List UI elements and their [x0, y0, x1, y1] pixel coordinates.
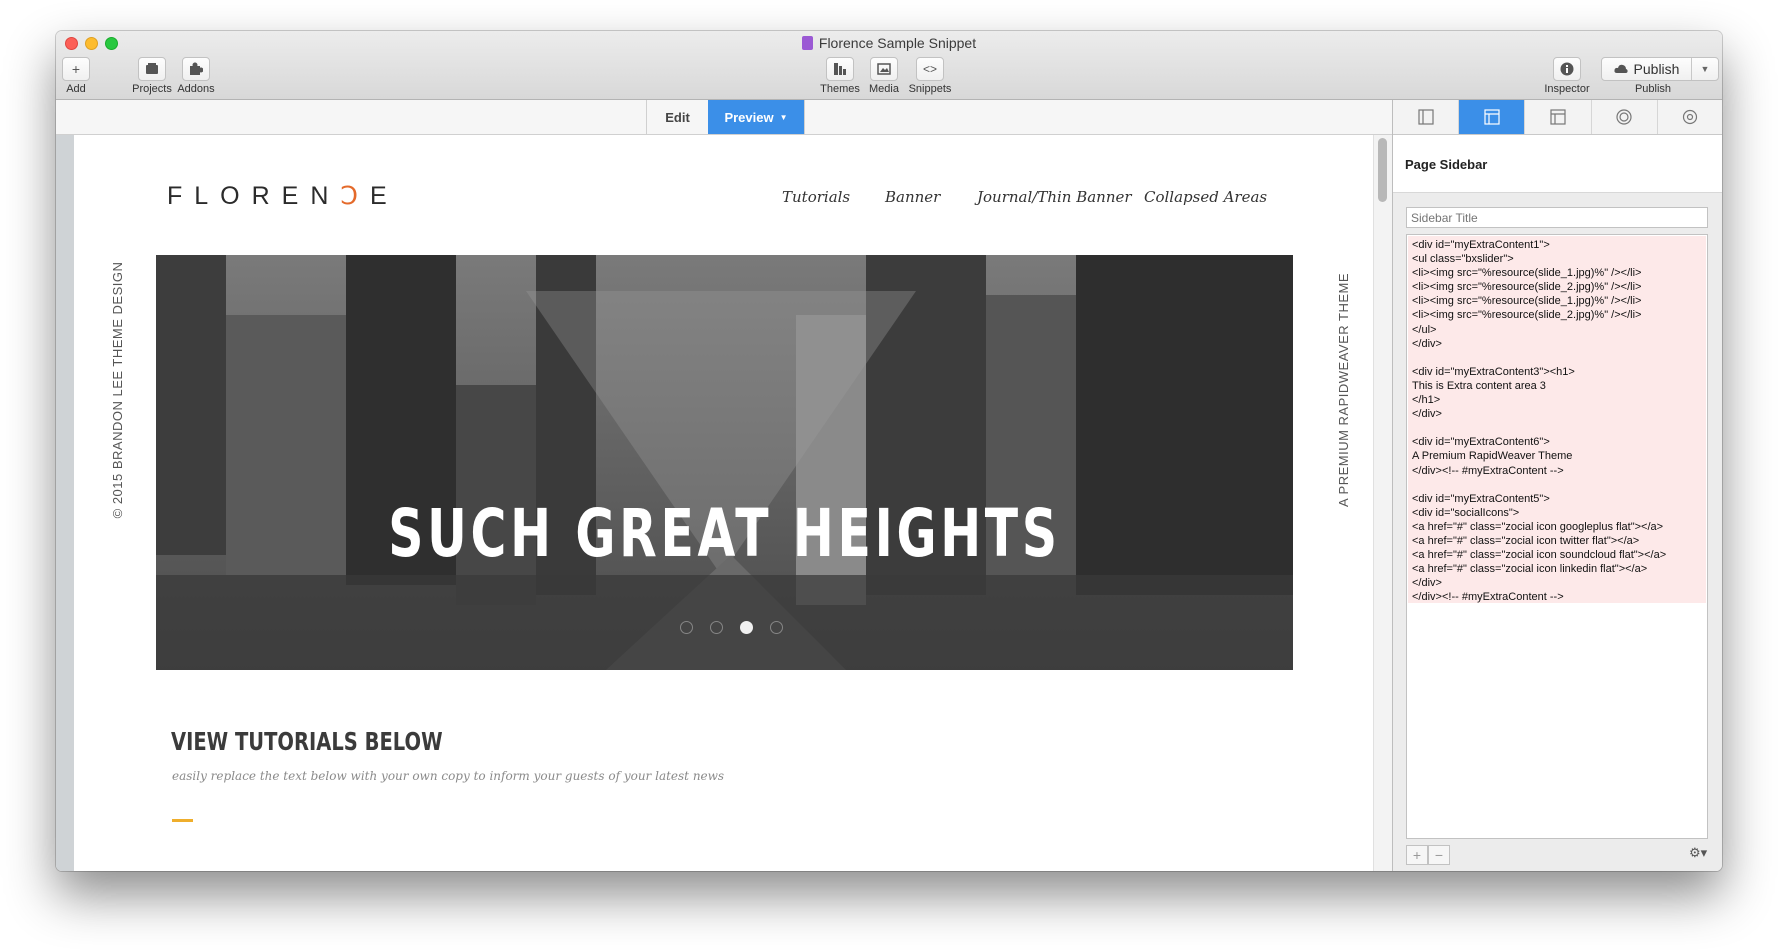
cloud-upload-icon [1613, 64, 1628, 73]
preview-mode-button[interactable]: Preview ▼ [708, 100, 805, 134]
add-item-button[interactable]: + [1406, 845, 1428, 865]
sidebar-code-text: <div id="myExtraContent1"> <ul class="bx… [1412, 239, 1667, 604]
inspector-button[interactable] [1553, 57, 1581, 81]
inspector-bottom-bar: + − [1406, 845, 1450, 865]
inspector-header: Page Sidebar [1393, 135, 1722, 193]
hero-title: SUCH GREAT HEIGHTS [388, 495, 1061, 572]
caret-down-icon: ▼ [779, 112, 788, 122]
remove-item-button[interactable]: − [1428, 845, 1450, 865]
target-icon [1616, 109, 1632, 125]
scrollbar-thumb[interactable] [1378, 138, 1387, 202]
inspector-label: Inspector [1544, 83, 1590, 95]
projects-button[interactable] [138, 57, 166, 81]
tab-settings[interactable] [1658, 100, 1722, 134]
publish-label: Publish [1634, 83, 1672, 95]
publish-button[interactable]: Publish ▼ [1601, 57, 1719, 81]
site-logo[interactable]: FLORENↃE [167, 181, 399, 211]
nav-link-tutorials[interactable]: Tutorials [782, 188, 850, 206]
app-window: Florence Sample Snippet + Add Projects A… [56, 31, 1722, 871]
media-button[interactable] [870, 57, 898, 81]
section-subtitle: easily replace the text below with your … [172, 769, 725, 783]
info-icon [1560, 62, 1574, 76]
snippets-button[interactable]: <> [916, 57, 944, 81]
premium-theme-vertical-text: A PREMIUM RAPIDWEAVER THEME [1336, 272, 1351, 508]
add-label: Add [66, 83, 86, 95]
slider-dot-4[interactable] [770, 621, 783, 634]
toolbar: Florence Sample Snippet + Add Projects A… [56, 31, 1722, 100]
inspector-panel: Page Sidebar <div id="myExtraContent1"> … [1392, 100, 1722, 871]
themes-icon [834, 63, 846, 75]
edit-mode-button[interactable]: Edit [646, 100, 708, 134]
projects-label: Projects [132, 83, 172, 95]
addons-button[interactable] [182, 57, 210, 81]
webpage-preview: FLORENↃE Tutorials Banner Journal/Thin B… [74, 135, 1373, 871]
slider-dot-2[interactable] [710, 621, 723, 634]
header-layout-icon [1550, 109, 1566, 125]
hero-banner: SUCH GREAT HEIGHTS [156, 255, 1293, 670]
sidebar-layout-icon [1484, 109, 1500, 125]
plus-icon: + [71, 61, 81, 77]
city-photo [156, 255, 1293, 670]
publish-main[interactable]: Publish [1602, 58, 1692, 80]
window-title: Florence Sample Snippet [56, 35, 1722, 51]
gear-icon [1683, 109, 1698, 125]
nav-link-banner[interactable]: Banner [885, 188, 940, 206]
themes-button[interactable] [826, 57, 854, 81]
sidebar-title-input[interactable] [1406, 207, 1708, 228]
slider-dot-1[interactable] [680, 621, 693, 634]
tab-sidebar[interactable] [1459, 100, 1526, 134]
inspector-tabs [1393, 100, 1722, 135]
image-icon [877, 63, 891, 75]
tab-target[interactable] [1592, 100, 1658, 134]
media-label: Media [869, 83, 899, 95]
tab-header[interactable] [1525, 100, 1592, 134]
gear-menu-icon[interactable]: ⚙▾ [1689, 845, 1707, 861]
slider-dot-3[interactable] [740, 621, 753, 634]
inspector-title: Page Sidebar [1405, 157, 1488, 172]
document-icon [801, 36, 813, 50]
code-brackets-icon: <> [922, 62, 937, 76]
preview-scrollbar[interactable] [1373, 135, 1392, 871]
accent-divider [172, 819, 193, 822]
projects-icon [146, 63, 158, 74]
copyright-vertical-text: © 2015 BRANDON LEE THEME DESIGN [110, 261, 125, 519]
themes-label: Themes [820, 83, 860, 95]
mode-bar: Edit Preview ▼ [56, 100, 1392, 135]
preview-area: FLORENↃE Tutorials Banner Journal/Thin B… [56, 135, 1392, 871]
nav-link-collapsed-areas[interactable]: Collapsed Areas [1144, 188, 1267, 206]
add-button[interactable]: + [62, 57, 90, 81]
publish-dropdown-caret[interactable]: ▼ [1692, 64, 1718, 74]
nav-link-journal[interactable]: Journal/Thin Banner [977, 188, 1132, 206]
addons-label: Addons [177, 83, 215, 95]
tab-general[interactable] [1393, 100, 1460, 134]
section-title: VIEW TUTORIALS BELOW [171, 727, 443, 756]
layout-icon [1417, 109, 1434, 125]
puzzle-icon [190, 62, 203, 75]
snippets-label: Snippets [908, 83, 952, 95]
sidebar-code-editor[interactable]: <div id="myExtraContent1"> <ul class="bx… [1406, 234, 1708, 839]
